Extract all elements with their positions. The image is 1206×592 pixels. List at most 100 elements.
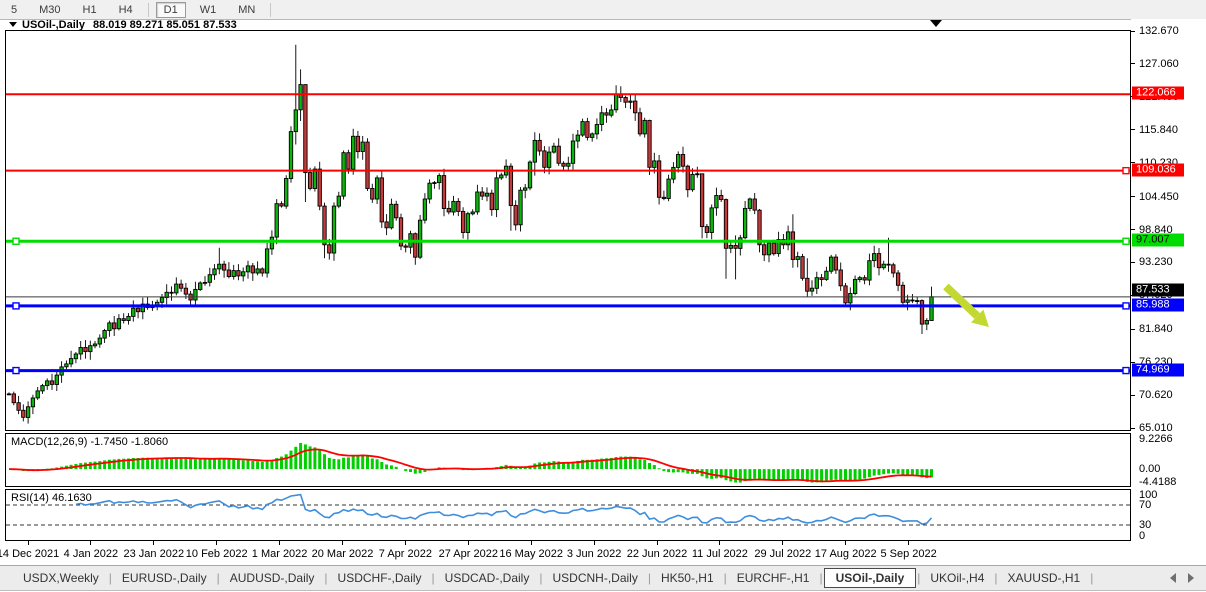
date-tick-mark — [657, 541, 658, 545]
rsi-indicator-pane[interactable] — [5, 489, 1131, 541]
timeframe-button-h4[interactable]: H4 — [111, 2, 141, 18]
tab-xauusd-h1[interactable]: XAUUSD-,H1 — [999, 569, 1090, 587]
chart-symbol-label: USOil-,Daily — [22, 19, 85, 31]
date-tick-label: 23 Jan 2022 — [124, 548, 185, 560]
symbol-tab-bar: USDX,Weekly|EURUSD-,Daily|AUDUSD-,Daily|… — [0, 565, 1206, 591]
current-price-label: 87.533 — [1132, 283, 1184, 296]
timeframe-button-mn[interactable]: MN — [230, 2, 263, 18]
macd-axis-label: 9.2266 — [1139, 433, 1173, 445]
chart-ohlc-values: 88.019 89.271 85.051 87.533 — [93, 19, 237, 31]
price-tick-mark — [1131, 395, 1135, 396]
rsi-chart-canvas[interactable] — [6, 490, 1130, 540]
level-price-label: 85.988 — [1132, 298, 1184, 311]
price-tick-mark — [1131, 428, 1135, 429]
level-price-label: 97.007 — [1132, 234, 1184, 247]
date-tick-label: 7 Apr 2022 — [379, 548, 432, 560]
date-tick-label: 11 Jul 2022 — [692, 548, 748, 560]
tab-usoil-daily[interactable]: USOil-,Daily — [824, 568, 917, 588]
toolbar-separator — [270, 3, 271, 17]
date-tick-mark — [531, 541, 532, 545]
price-tick-label: 115.840 — [1139, 124, 1178, 136]
timeframe-button-m30[interactable]: M30 — [31, 2, 68, 18]
tab-usdcad-daily[interactable]: USDCAD-,Daily — [436, 569, 539, 587]
price-tick-label: 81.840 — [1139, 323, 1173, 335]
chart-shift-marker-icon[interactable] — [930, 20, 942, 27]
price-tick-label: 127.060 — [1139, 58, 1179, 70]
date-tick-label: 16 May 2022 — [499, 548, 563, 560]
rsi-name: RSI(14) — [11, 492, 49, 504]
symbol-dropdown-icon[interactable] — [9, 22, 17, 27]
macd-name: MACD(12,26,9) — [11, 436, 87, 448]
date-tick-label: 3 Jun 2022 — [567, 548, 621, 560]
timeframe-button-5[interactable]: 5 — [3, 2, 25, 18]
date-tick-mark — [594, 541, 595, 545]
hline-handle — [13, 368, 19, 374]
price-tick-mark — [1131, 229, 1135, 230]
timeframe-toolbar: 5 M30 H1 H4 D1 W1 MN — [0, 0, 1206, 20]
main-chart-pane[interactable] — [5, 30, 1131, 431]
date-tick-mark — [28, 541, 29, 545]
timeframe-button-h1[interactable]: H1 — [75, 2, 105, 18]
date-tick-label: 4 Jan 2022 — [64, 548, 118, 560]
macd-indicator-label: MACD(12,26,9) -1.7450 -1.8060 — [11, 436, 168, 448]
date-tick-mark — [782, 541, 783, 545]
price-tick-label: 132.670 — [1139, 25, 1179, 37]
level-price-label: 74.969 — [1132, 363, 1184, 376]
date-tick-mark — [342, 541, 343, 545]
date-tick-mark — [153, 541, 154, 545]
price-axis[interactable]: 132.670127.060121.450115.840110.230104.4… — [1131, 19, 1206, 543]
hline-handle — [1123, 168, 1129, 174]
date-tick-label: 5 Sep 2022 — [880, 548, 936, 560]
date-axis[interactable]: 14 Dec 2021 4 Jan 2022 23 Jan 202210 Feb 2… — [0, 541, 1206, 565]
tab-audusd-daily[interactable]: AUDUSD-,Daily — [221, 569, 324, 587]
macd-chart-canvas[interactable] — [6, 434, 1130, 486]
level-price-label: 122.066 — [1132, 87, 1184, 100]
tab-scroll-right-icon[interactable] — [1188, 573, 1194, 583]
tab-scroll-left-icon[interactable] — [1170, 573, 1176, 583]
date-tick-mark — [845, 541, 846, 545]
candles-layer — [7, 85, 933, 418]
hline-handle — [13, 303, 19, 309]
hline-handle — [1123, 368, 1129, 374]
price-tick-mark — [1131, 63, 1135, 64]
date-tick-label: 29 Jul 2022 — [754, 548, 811, 560]
rsi-line — [76, 495, 932, 524]
price-tick-mark — [1131, 329, 1135, 330]
tab-eurusd-daily[interactable]: EURUSD-,Daily — [113, 569, 216, 587]
tab-usdchf-daily[interactable]: USDCHF-,Daily — [329, 569, 431, 587]
date-tick-mark — [216, 541, 217, 545]
date-tick-label: 17 Aug 2022 — [815, 548, 877, 560]
tab-usdcnh-daily[interactable]: USDCNH-,Daily — [543, 569, 646, 587]
date-tick-label: 1 Mar 2022 — [252, 548, 308, 560]
timeframe-button-d1[interactable]: D1 — [156, 2, 186, 18]
macd-indicator-pane[interactable] — [5, 433, 1131, 487]
date-tick-label: 10 Feb 2022 — [186, 548, 248, 560]
date-tick-mark — [279, 541, 280, 545]
date-tick-label: 14 Dec 2021 — [0, 548, 59, 560]
rsi-indicator-label: RSI(14) 46.1630 — [11, 492, 92, 504]
date-tick-mark — [405, 541, 406, 545]
date-tick-label: 20 Mar 2022 — [312, 548, 374, 560]
tab-ukoil-h4[interactable]: UKOil-,H4 — [921, 569, 993, 587]
tab-eurchf-h1[interactable]: EURCHF-,H1 — [728, 569, 819, 587]
hline-handle — [1123, 238, 1129, 244]
candlestick-chart-canvas[interactable] — [6, 31, 1130, 430]
tab-scroll-arrows — [1170, 573, 1194, 583]
price-tick-label: 70.620 — [1139, 389, 1173, 401]
date-tick-label: 27 Apr 2022 — [439, 548, 498, 560]
price-tick-label: 93.230 — [1139, 256, 1173, 268]
date-tick-mark — [908, 541, 909, 545]
tab-usdx-weekly[interactable]: USDX,Weekly — [14, 569, 108, 587]
hline-handle — [1123, 303, 1129, 309]
tab-hk50-h1[interactable]: HK50-,H1 — [652, 569, 723, 587]
date-tick-label: 22 Jun 2022 — [627, 548, 688, 560]
macd-current-values: -1.7450 -1.8060 — [90, 436, 168, 448]
timeframe-button-w1[interactable]: W1 — [192, 2, 225, 18]
chart-title-bar: USOil-,Daily 88.019 89.271 85.051 87.533 — [9, 19, 237, 30]
price-tick-mark — [1131, 129, 1135, 130]
macd-histogram — [12, 443, 933, 483]
date-tick-mark — [468, 541, 469, 545]
hline-handle — [13, 238, 19, 244]
tab-separator: | — [1089, 571, 1094, 585]
level-price-label: 109.036 — [1132, 163, 1184, 176]
